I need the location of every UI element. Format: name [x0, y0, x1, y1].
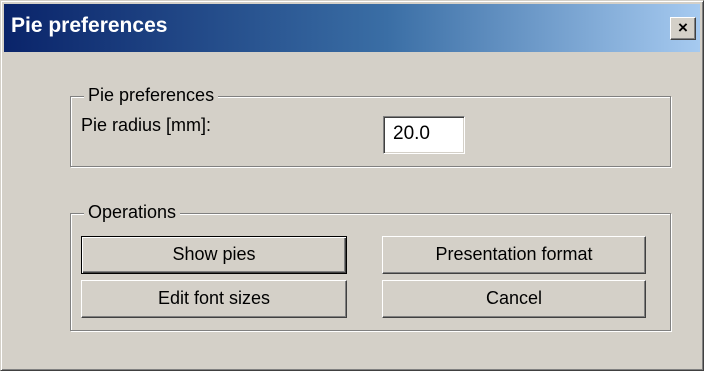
- operations-group-legend: Operations: [84, 202, 181, 223]
- pie-radius-input[interactable]: 20.0: [383, 116, 465, 154]
- close-icon: ×: [678, 18, 688, 37]
- pie-radius-value: 20.0: [393, 123, 430, 144]
- title-bar[interactable]: Pie preferences ×: [4, 4, 700, 52]
- close-button[interactable]: ×: [670, 17, 696, 40]
- show-pies-button[interactable]: Show pies: [81, 236, 347, 274]
- presentation-format-button[interactable]: Presentation format: [382, 236, 646, 274]
- pie-preferences-group-legend: Pie preferences: [84, 85, 219, 106]
- cancel-button[interactable]: Cancel: [382, 280, 646, 318]
- edit-font-sizes-button[interactable]: Edit font sizes: [81, 280, 347, 318]
- window-title: Pie preferences: [11, 14, 168, 37]
- pie-preferences-dialog: Pie preferences × Pie preferences Pie ra…: [0, 0, 704, 371]
- pie-radius-label: Pie radius [mm]:: [81, 115, 212, 135]
